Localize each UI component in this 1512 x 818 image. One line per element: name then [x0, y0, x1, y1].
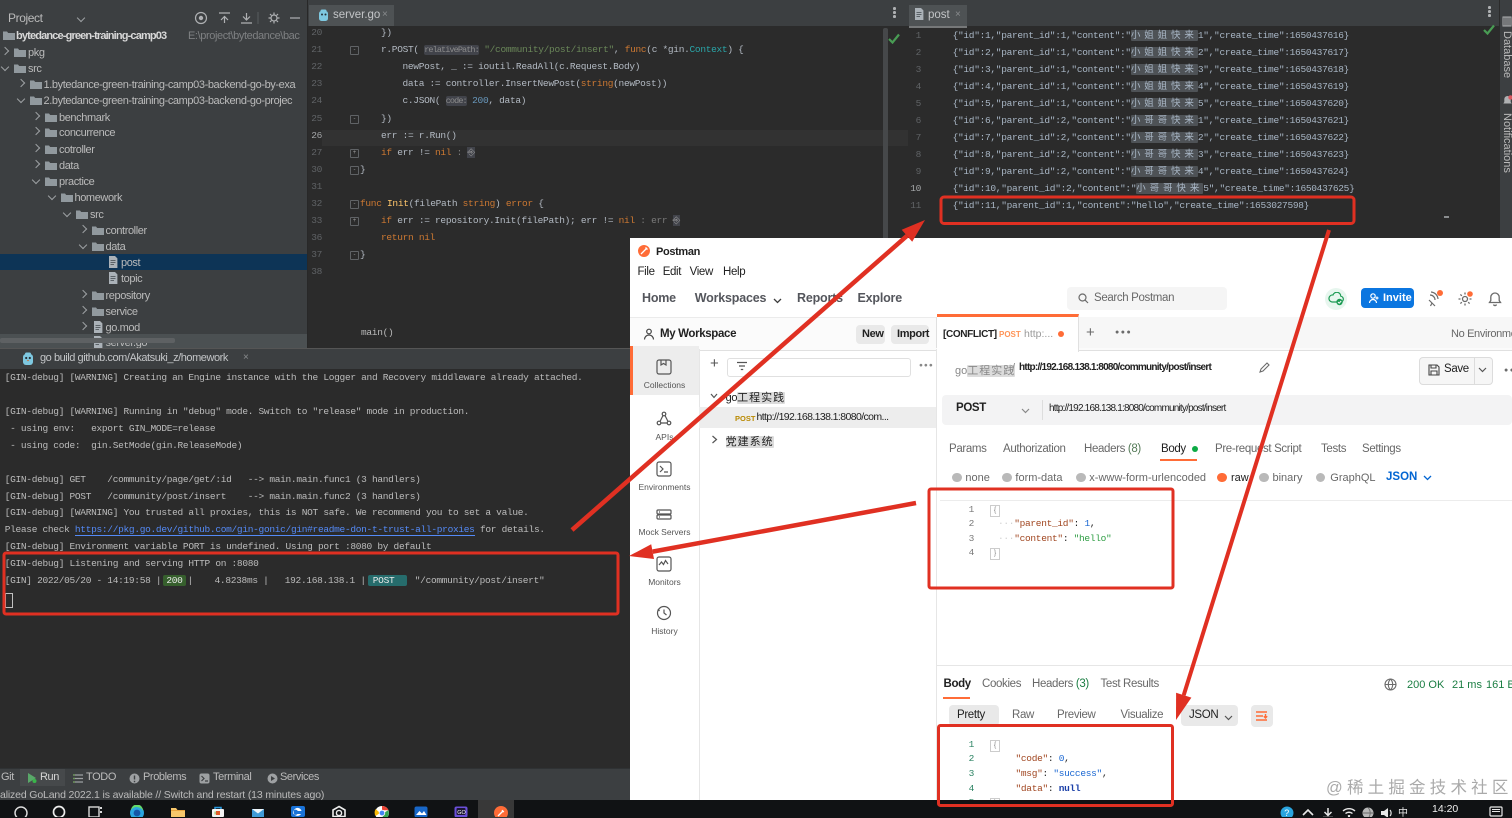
svg-text:GO: GO: [457, 810, 466, 816]
svg-text:?: ?: [1284, 808, 1289, 817]
